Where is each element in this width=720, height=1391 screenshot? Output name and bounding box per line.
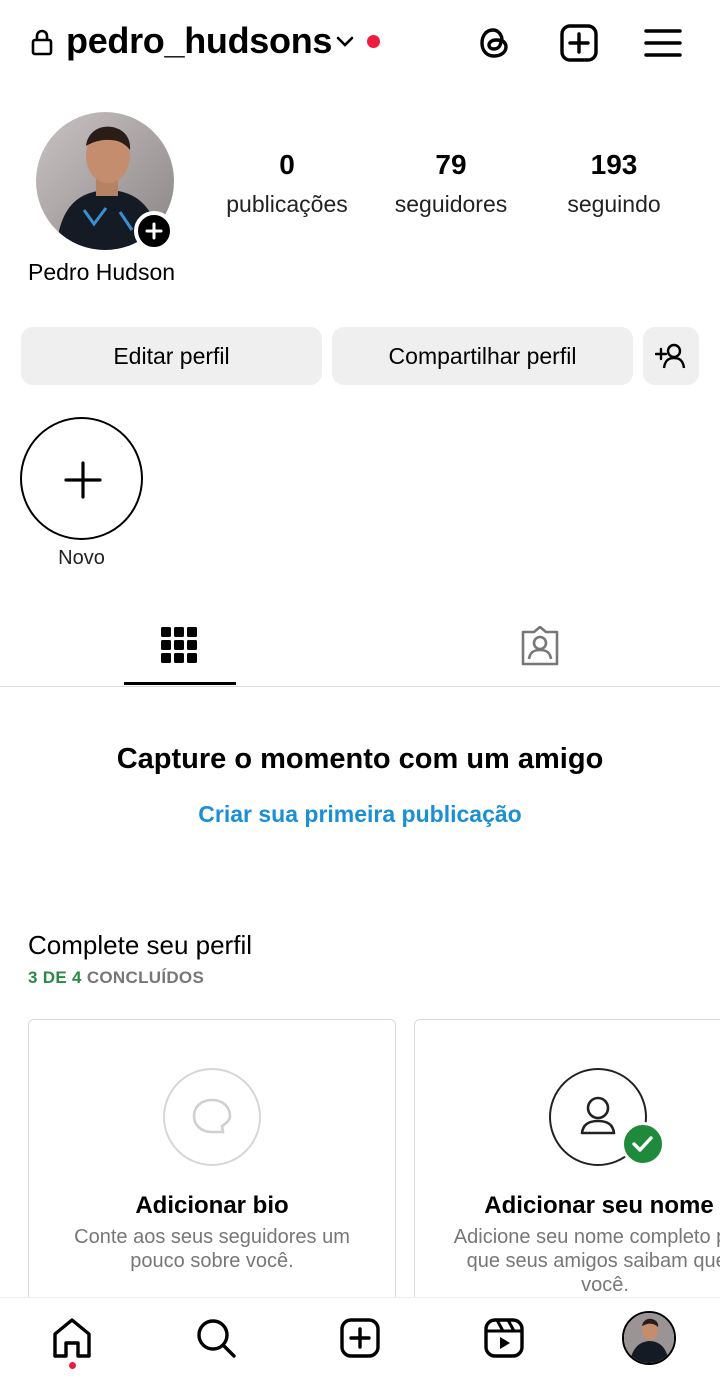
menu-icon[interactable] (642, 22, 684, 64)
stat-value: 0 (279, 149, 295, 180)
stat-following[interactable]: 193 seguindo (529, 148, 699, 226)
username[interactable]: pedro_hudsons (66, 20, 332, 62)
card-title: Adicionar seu nome (484, 1192, 714, 1219)
chevron-down-icon[interactable] (334, 30, 356, 52)
progress-count: 3 DE 4 (28, 968, 82, 987)
home-notification-dot (69, 1362, 76, 1369)
card-title: Adicionar bio (135, 1192, 289, 1219)
display-name: Pedro Hudson (28, 259, 176, 285)
stat-value: 193 (590, 149, 638, 180)
top-bar: pedro_hudsons (0, 0, 720, 88)
tab-grid[interactable] (124, 608, 236, 686)
progress-label: CONCLUÍDOS (86, 968, 205, 987)
completed-check-icon (621, 1122, 665, 1166)
create-post-icon[interactable] (558, 22, 600, 64)
stat-value: 79 (435, 149, 467, 180)
home-icon[interactable] (50, 1316, 94, 1360)
stat-label: seguidores (394, 191, 508, 217)
create-first-post-link[interactable]: Criar sua primeira publicação (0, 801, 720, 828)
create-icon[interactable] (338, 1316, 382, 1360)
discover-people-button[interactable] (643, 327, 699, 385)
stat-label: seguindo (567, 191, 661, 217)
empty-state-title: Capture o momento com um amigo (116, 743, 604, 775)
chat-bubble-icon (192, 1098, 232, 1134)
complete-profile-progress: 3 DE 4 CONCLUÍDOS (28, 968, 204, 988)
add-name-card[interactable]: Adicionar seu nome Adicione seu nome com… (414, 1019, 720, 1319)
tagged-icon (521, 626, 559, 666)
card-description: Conte aos seus seguidores um pouco sobre… (74, 1226, 350, 1272)
grid-icon (161, 627, 197, 663)
new-highlight-label: Novo (58, 547, 105, 569)
stat-posts[interactable]: 0 publicações (202, 148, 372, 226)
notification-dot (367, 35, 380, 48)
add-story-button[interactable] (134, 211, 174, 251)
share-profile-button[interactable]: Compartilhar perfil (332, 327, 633, 385)
bio-icon-circle (163, 1068, 261, 1166)
complete-profile-title: Complete seu perfil (28, 930, 252, 960)
active-tab-indicator (124, 682, 236, 685)
card-description: Adicione seu nome completo para que seus… (453, 1226, 720, 1296)
tab-tagged[interactable] (484, 608, 596, 686)
profile-tab-avatar[interactable] (622, 1311, 676, 1365)
add-person-icon (655, 343, 686, 369)
stat-label: publicações (226, 191, 348, 217)
plus-icon (64, 461, 102, 499)
threads-icon[interactable] (474, 22, 516, 64)
add-bio-card[interactable]: Adicionar bio Conte aos seus seguidores … (28, 1019, 396, 1319)
reels-icon[interactable] (482, 1316, 526, 1360)
bottom-nav (0, 1297, 720, 1391)
lock-icon (31, 29, 53, 56)
search-icon[interactable] (194, 1316, 238, 1360)
plus-icon (145, 222, 163, 240)
tab-divider (0, 686, 720, 687)
edit-profile-button[interactable]: Editar perfil (21, 327, 322, 385)
stat-followers[interactable]: 79 seguidores (366, 148, 536, 226)
new-highlight-button[interactable] (20, 417, 143, 540)
